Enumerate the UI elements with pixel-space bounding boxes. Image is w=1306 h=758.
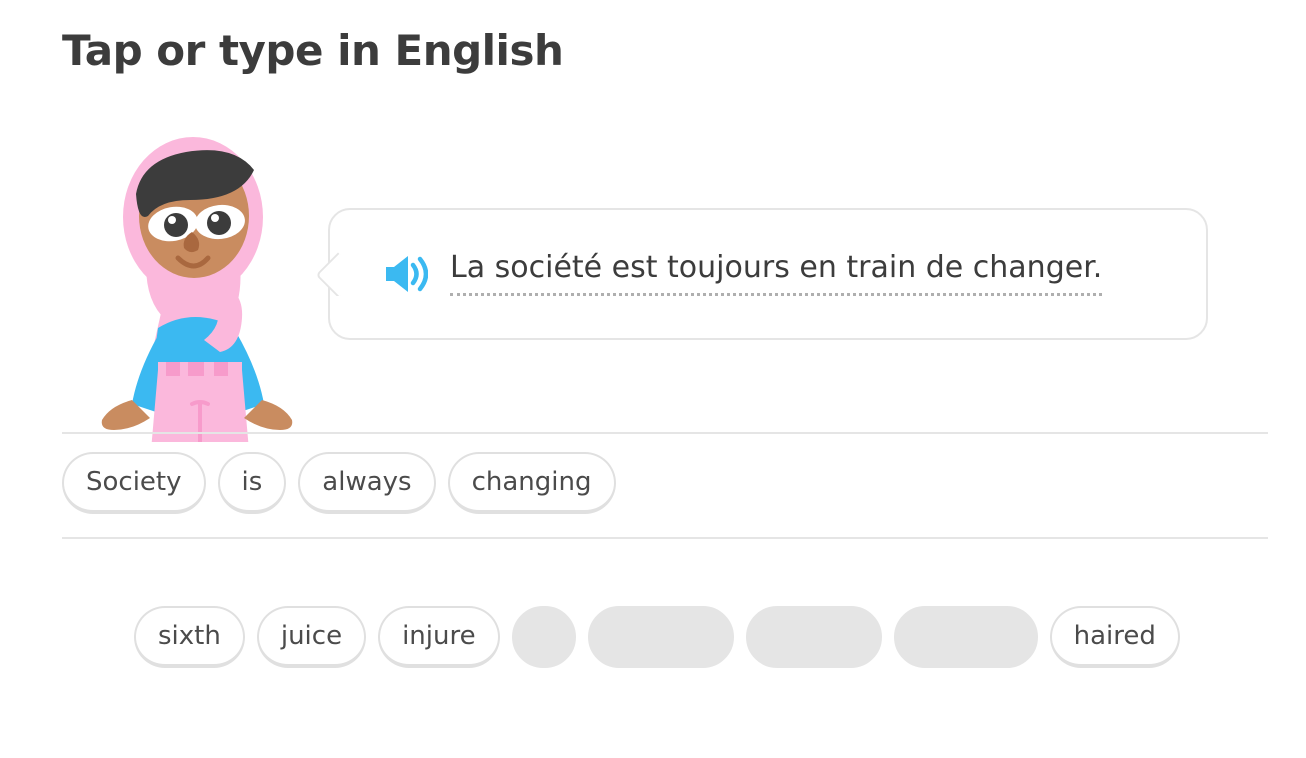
divider-top bbox=[62, 432, 1268, 434]
speech-bubble-tail bbox=[316, 252, 342, 296]
answer-area: Society is always changing bbox=[62, 452, 1268, 528]
answer-word-tile[interactable]: changing bbox=[447, 452, 616, 514]
word-bank-tile[interactable]: haired bbox=[1049, 606, 1180, 668]
word-bank-used-slot bbox=[587, 606, 734, 668]
answer-word-tile[interactable]: Society bbox=[62, 452, 206, 514]
divider-bottom bbox=[62, 537, 1268, 539]
prompt-sentence[interactable]: La société est toujours en train de chan… bbox=[450, 252, 1103, 296]
word-bank-used-slot bbox=[511, 606, 576, 668]
word-bank-tile[interactable]: sixth bbox=[134, 606, 245, 668]
word-bank-tile[interactable]: juice bbox=[256, 606, 367, 668]
word-bank-used-slot bbox=[893, 606, 1038, 668]
prompt-row: La société est toujours en train de chan… bbox=[0, 120, 1306, 442]
speech-bubble: La société est toujours en train de chan… bbox=[328, 208, 1208, 340]
word-bank-used-slot bbox=[745, 606, 882, 668]
exercise-screen: Tap or type in English La société est to… bbox=[0, 0, 1306, 758]
word-bank: sixth juice injure haired bbox=[134, 606, 1194, 676]
zari-character-illustration bbox=[96, 132, 296, 442]
word-bank-tile[interactable]: injure bbox=[378, 606, 500, 668]
page-title: Tap or type in English bbox=[62, 26, 564, 75]
answer-word-tile[interactable]: is bbox=[217, 452, 287, 514]
speaker-audio-icon[interactable] bbox=[382, 253, 428, 295]
answer-word-tile[interactable]: always bbox=[298, 452, 436, 514]
